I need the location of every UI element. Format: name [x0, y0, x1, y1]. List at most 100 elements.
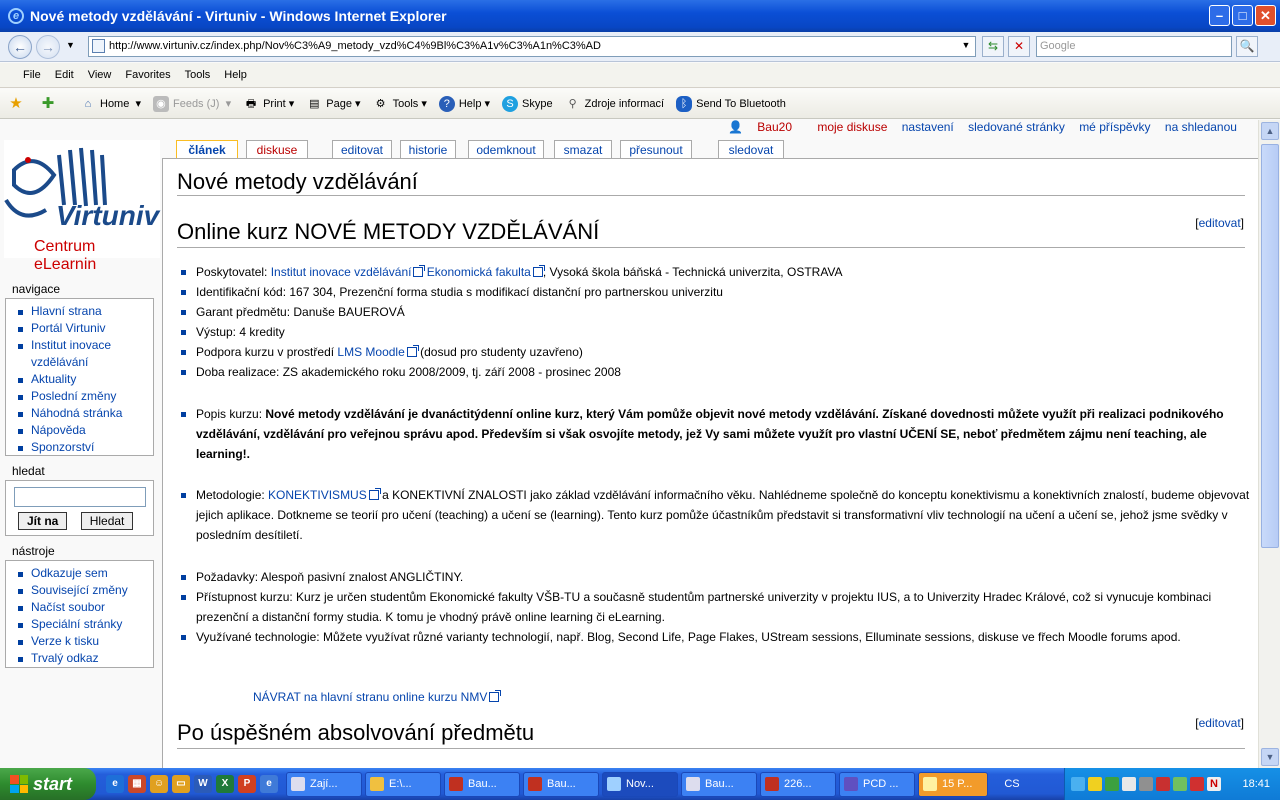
task-button-active[interactable]: Nov... [602, 771, 678, 797]
task-button[interactable]: Bau... [444, 771, 520, 797]
back-button[interactable]: ← [8, 35, 32, 59]
home-button[interactable]: ⌂ Home ▾ [80, 96, 141, 112]
institut-link[interactable]: Institut inovace vzdělávání [271, 265, 426, 279]
tools-item-permalink[interactable]: Trvalý odkaz [14, 650, 153, 667]
moodle-link[interactable]: LMS Moodle [337, 345, 419, 359]
powerpoint-quicklaunch-icon[interactable]: P [238, 775, 256, 793]
nav-item-sponsor[interactable]: Sponzorství [14, 439, 153, 456]
security-icon[interactable] [1088, 777, 1102, 791]
print-button[interactable]: 🖶 Print ▾ [243, 96, 294, 112]
watchlist-link[interactable]: sledované stránky [968, 120, 1065, 134]
search-go-icon[interactable]: 🔍 [1236, 36, 1258, 57]
task-button[interactable]: Bau... [681, 771, 757, 797]
tab-edit[interactable]: editovat [332, 140, 392, 159]
edit-section-link[interactable]: [editovat] [1195, 216, 1244, 230]
refresh-icon[interactable]: ⇆ [982, 36, 1004, 57]
go-button[interactable]: Jít na [18, 512, 68, 530]
forward-button[interactable]: → [36, 35, 60, 59]
norton-icon[interactable]: N [1207, 777, 1221, 791]
url-field[interactable]: http://www.virtuniv.cz/index.php/Nov%C3%… [88, 36, 976, 57]
history-dropdown-icon[interactable]: ▼ [66, 40, 75, 50]
site-logo[interactable]: Virtuniv Centrum eLearnin [4, 140, 160, 273]
scroll-thumb[interactable] [1261, 144, 1279, 548]
start-button[interactable]: start [0, 768, 96, 800]
task-button[interactable]: PCD ... [839, 771, 915, 797]
user-link[interactable]: 👤 Bau20 [728, 120, 803, 134]
ie-quicklaunch-icon[interactable]: e [106, 775, 124, 793]
app-quicklaunch-icon[interactable]: ▦ [128, 775, 146, 793]
feeds-button[interactable]: ◉ Feeds (J) ▾ [152, 95, 231, 112]
nav-item-portal[interactable]: Portál Virtuniv [14, 320, 153, 337]
tab-watch[interactable]: sledovat [718, 140, 784, 159]
help-button[interactable]: ? Help ▾ [438, 95, 490, 112]
tab-history[interactable]: historie [400, 140, 456, 159]
search-button[interactable]: Hledat [80, 512, 134, 530]
scroll-up-icon[interactable]: ▲ [1261, 122, 1279, 140]
minimize-button[interactable]: – [1209, 5, 1230, 26]
tray-app3-icon[interactable] [1156, 777, 1170, 791]
bluetooth-button[interactable]: ᛒ Send To Bluetooth [676, 95, 786, 112]
nav-item-institut[interactable]: Institut inovace [14, 337, 153, 354]
menu-favorites[interactable]: Favorites [118, 69, 177, 81]
tools-item-special[interactable]: Speciální stránky [14, 616, 153, 633]
tab-delete[interactable]: smazat [554, 140, 612, 159]
vertical-scrollbar[interactable]: ▲ ▼ [1258, 120, 1280, 768]
page-button[interactable]: ▤ Page ▾ [306, 96, 360, 112]
contributions-link[interactable]: mé příspěvky [1079, 120, 1150, 134]
tray-app2-icon[interactable] [1139, 777, 1153, 791]
antivirus-icon[interactable] [1105, 777, 1119, 791]
ie2-quicklaunch-icon[interactable]: e [260, 775, 278, 793]
nav-item-news[interactable]: Aktuality [14, 371, 153, 388]
menu-tools[interactable]: Tools [178, 69, 218, 81]
folder-quicklaunch-icon[interactable]: ▭ [172, 775, 190, 793]
tab-discussion[interactable]: diskuse [246, 140, 308, 159]
nav-item-recent[interactable]: Poslední změny [14, 388, 153, 405]
menu-help[interactable]: Help [217, 69, 254, 81]
tools-item-whatlinks[interactable]: Odkazuje sem [14, 565, 153, 582]
tab-article[interactable]: článek [176, 140, 238, 160]
favorites-star-icon[interactable]: ★ [8, 95, 28, 112]
window-titlebar[interactable]: e Nové metody vzdělávání - Virtuniv - Wi… [0, 0, 1280, 32]
url-dropdown-icon[interactable]: ▼ [958, 36, 974, 57]
word-quicklaunch-icon[interactable]: W [194, 775, 212, 793]
stop-icon[interactable]: ✕ [1008, 36, 1030, 57]
search-input[interactable]: Google [1036, 36, 1232, 57]
task-button[interactable]: E:\... [365, 771, 441, 797]
network-icon[interactable] [1071, 777, 1085, 791]
wiki-search-input[interactable] [14, 487, 146, 507]
ekf-link[interactable]: Ekonomická fakulta [427, 265, 545, 279]
messenger-quicklaunch-icon[interactable]: ☺ [150, 775, 168, 793]
task-button[interactable]: Zají... [286, 771, 362, 797]
close-button[interactable]: ✕ [1255, 5, 1276, 26]
tools-button[interactable]: ⚙ Tools ▾ [373, 96, 427, 112]
language-indicator[interactable]: CS [997, 778, 1027, 790]
excel-quicklaunch-icon[interactable]: X [216, 775, 234, 793]
tools-item-related[interactable]: Související změny [14, 582, 153, 599]
edit-section2-link[interactable]: [editovat] [1195, 716, 1244, 730]
nav-item-main[interactable]: Hlavní strana [14, 303, 153, 320]
tab-unprotect[interactable]: odemknout [468, 140, 544, 159]
tray-app5-icon[interactable] [1190, 777, 1204, 791]
tools-item-print[interactable]: Verze k tisku [14, 633, 153, 650]
tray-app4-icon[interactable] [1173, 777, 1187, 791]
menu-edit[interactable]: Edit [48, 69, 81, 81]
menu-view[interactable]: View [81, 69, 119, 81]
skype-button[interactable]: S Skype [502, 95, 553, 112]
back-to-main-link[interactable]: NÁVRAT na hlavní stranu online kurzu NMV [253, 690, 502, 704]
task-button[interactable]: Bau... [523, 771, 599, 797]
scroll-down-icon[interactable]: ▼ [1261, 748, 1279, 766]
tab-move[interactable]: přesunout [620, 140, 692, 159]
preferences-link[interactable]: nastavení [902, 120, 954, 134]
maximize-button[interactable]: □ [1232, 5, 1253, 26]
menu-file[interactable]: File [16, 69, 48, 81]
my-talk-link[interactable]: moje diskuse [817, 120, 887, 134]
zdroje-button[interactable]: ⚲ Zdroje informací [565, 96, 665, 112]
logout-link[interactable]: na shledanou [1165, 120, 1237, 134]
add-favorite-icon[interactable]: ✚ [40, 95, 60, 112]
nav-item-random[interactable]: Náhodná stránka [14, 405, 153, 422]
tools-item-upload[interactable]: Načíst soubor [14, 599, 153, 616]
task-button[interactable]: 226... [760, 771, 836, 797]
task-button-notify[interactable]: 15 P... [918, 771, 988, 797]
konektivismus-link[interactable]: KONEKTIVISMUS [268, 488, 381, 502]
nav-item-institut-cont[interactable]: vzdělávání [14, 354, 153, 371]
